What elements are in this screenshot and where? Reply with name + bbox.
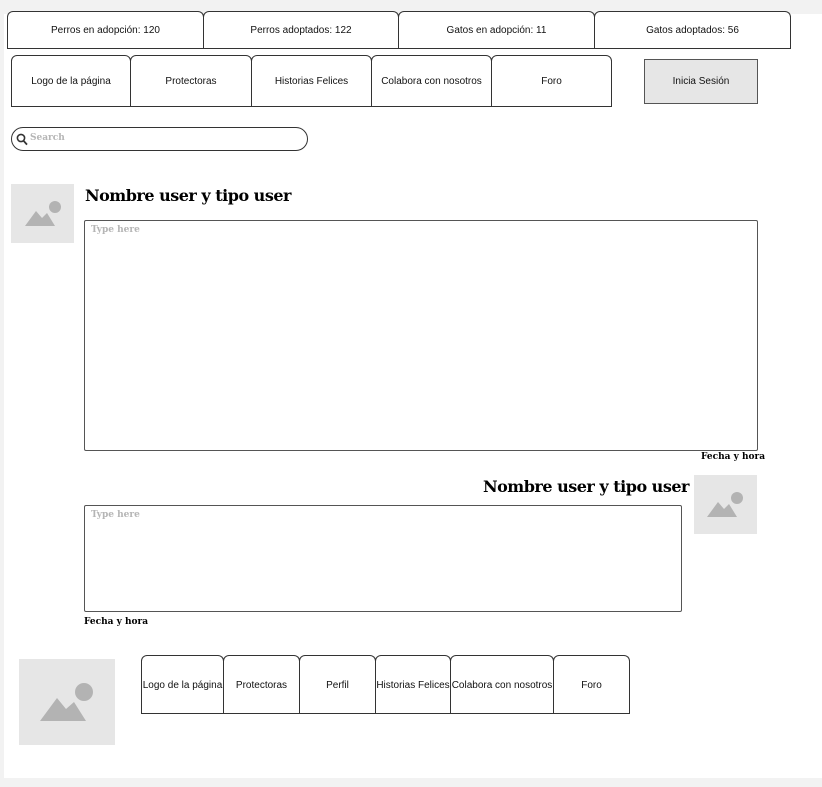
stat-cats-adopted[interactable]: Gatos adoptados: 56 [594, 11, 791, 49]
post-username: Nombre user y tipo user [85, 186, 291, 205]
post-datetime: Fecha y hora [701, 452, 766, 462]
nav-label: Protectoras [165, 75, 217, 87]
footer-nav-historias-felices[interactable]: Historias Felices [375, 655, 451, 714]
nav-label: Colabora con nosotros [381, 75, 482, 87]
search-input[interactable]: Search [11, 127, 308, 151]
textarea-placeholder: Type here [91, 510, 140, 520]
reply-username: Nombre user y tipo user [483, 477, 689, 496]
stat-dogs-in-adoption[interactable]: Perros en adopción: 120 [7, 11, 204, 49]
nav-colabora[interactable]: Colabora con nosotros [371, 55, 492, 107]
stat-label: Perros en adopción: 120 [51, 25, 160, 36]
footer-nav-label: Foro [581, 679, 602, 691]
login-button[interactable]: Inicia Sesión [644, 59, 758, 104]
footer-nav-logo[interactable]: Logo de la página [141, 655, 224, 714]
footer-nav-label: Perfil [326, 679, 349, 691]
footer-nav-colabora[interactable]: Colabora con nosotros [450, 655, 554, 714]
image-icon [25, 201, 61, 226]
footer-nav-perfil[interactable]: Perfil [299, 655, 376, 714]
footer-nav-label: Logo de la página [142, 679, 223, 691]
nav-label: Foro [541, 75, 562, 87]
stat-dogs-adopted[interactable]: Perros adoptados: 122 [203, 11, 399, 49]
footer-nav-label: Protectoras [235, 679, 288, 691]
stat-label: Perros adoptados: 122 [250, 25, 352, 36]
footer-image-placeholder [19, 659, 115, 745]
footer-nav-protectoras[interactable]: Protectoras [223, 655, 300, 714]
nav-label: Logo de la página [31, 75, 111, 87]
login-label: Inicia Sesión [672, 76, 730, 87]
stat-label: Gatos en adopción: 11 [446, 25, 547, 36]
nav-historias-felices[interactable]: Historias Felices [251, 55, 372, 107]
search-icon [16, 133, 28, 146]
nav-protectoras[interactable]: Protectoras [130, 55, 252, 107]
footer-nav-label: Colabora con nosotros [451, 679, 553, 691]
stat-cats-in-adoption[interactable]: Gatos en adopción: 11 [398, 11, 595, 49]
footer-nav-divider [141, 713, 630, 714]
footer-nav-foro[interactable]: Foro [553, 655, 630, 714]
reply-textarea[interactable]: Type here [84, 505, 682, 612]
nav-foro[interactable]: Foro [491, 55, 612, 107]
avatar-image-placeholder [11, 184, 74, 243]
post-textarea[interactable]: Type here [84, 220, 758, 451]
stats-divider [7, 48, 790, 49]
textarea-placeholder: Type here [91, 225, 140, 235]
stat-label: Gatos adoptados: 56 [646, 25, 739, 36]
reply-datetime: Fecha y hora [84, 617, 149, 627]
nav-logo[interactable]: Logo de la página [11, 55, 131, 107]
search-placeholder: Search [30, 133, 65, 143]
avatar-image-placeholder [694, 475, 757, 534]
image-icon [40, 683, 93, 721]
nav-label: Historias Felices [274, 75, 349, 87]
footer-nav-label: Historias Felices [376, 679, 450, 691]
image-icon [707, 492, 743, 517]
